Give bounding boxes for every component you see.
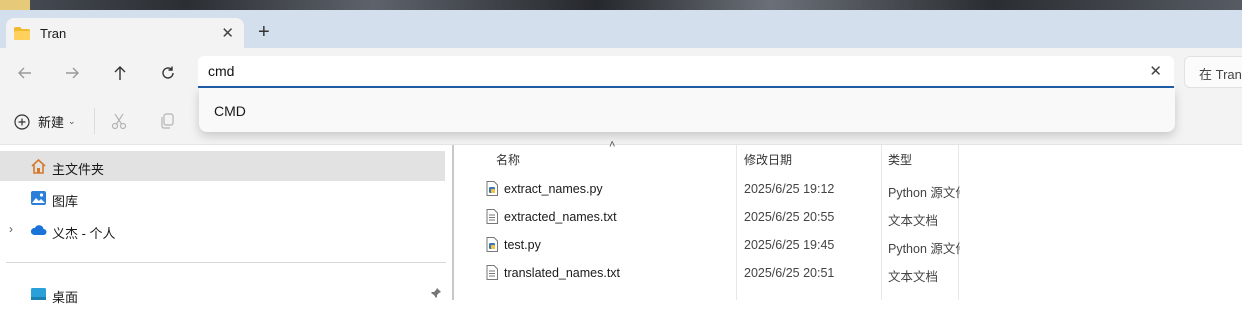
file-name: extract_names.py xyxy=(504,182,603,196)
file-type: Python 源文件 xyxy=(888,186,960,200)
sort-up-icon: ˄ xyxy=(609,139,616,151)
sidebar-divider xyxy=(6,262,446,263)
file-date: 2025/6/25 20:51 xyxy=(744,266,835,280)
table-row[interactable]: translated_names.txt 2025/6/25 20:51 文本文… xyxy=(463,259,963,287)
cloud-icon xyxy=(30,222,47,238)
new-button-label: 新建 xyxy=(38,115,65,130)
address-input[interactable]: cmd xyxy=(208,63,234,79)
file-type: 文本文档 xyxy=(888,270,939,284)
new-button[interactable]: 新建 ⌄ xyxy=(14,112,76,131)
forward-arrow-icon[interactable] xyxy=(61,62,83,84)
sidebar-item-label: 桌面 xyxy=(52,290,79,305)
column-header-name[interactable]: 名称 xyxy=(496,145,736,172)
sidebar-item-label: 义杰 - 个人 xyxy=(52,226,116,241)
new-tab-button[interactable]: + xyxy=(258,22,270,42)
suggestion-item-cmd[interactable]: CMD xyxy=(214,103,246,119)
gallery-icon xyxy=(30,190,47,206)
home-icon xyxy=(30,158,47,174)
sidebar-item-desktop[interactable]: 桌面 xyxy=(0,279,445,309)
sidebar-item-label: 图库 xyxy=(52,194,79,209)
text-file-icon xyxy=(486,265,498,280)
file-date: 2025/6/25 19:12 xyxy=(744,182,835,196)
back-arrow-icon[interactable] xyxy=(14,62,36,84)
address-suggestion-dropdown: CMD xyxy=(199,88,1175,132)
address-bar[interactable]: cmd ✕ xyxy=(198,56,1174,88)
close-tab-icon[interactable]: ✕ xyxy=(221,24,234,42)
python-file-icon xyxy=(486,237,498,252)
clear-address-icon[interactable]: ✕ xyxy=(1149,62,1162,80)
pane-splitter[interactable] xyxy=(452,145,454,300)
chevron-right-icon[interactable]: › xyxy=(9,222,13,236)
sidebar-item-label: 主文件夹 xyxy=(52,162,105,177)
search-box[interactable]: 在 Tran xyxy=(1184,56,1242,88)
file-type: 文本文档 xyxy=(888,214,939,228)
refresh-icon[interactable] xyxy=(157,62,179,84)
file-date: 2025/6/25 19:45 xyxy=(744,238,835,252)
desktop-wallpaper xyxy=(0,0,1242,10)
navigation-pane: 主文件夹 图库 › 义杰 - 个人 桌面 xyxy=(0,145,454,305)
plus-circle-icon xyxy=(14,113,30,130)
sidebar-item-gallery[interactable]: 图库 xyxy=(0,183,445,213)
tab-title: Tran xyxy=(40,25,67,41)
file-name: test.py xyxy=(504,238,541,252)
table-row[interactable]: extract_names.py 2025/6/25 19:12 Python … xyxy=(463,175,963,203)
tab-bar: Tran ✕ + xyxy=(0,10,1242,48)
python-file-icon xyxy=(486,181,498,196)
column-header-date[interactable]: 修改日期 xyxy=(744,145,874,172)
file-type: Python 源文件 xyxy=(888,242,960,256)
file-list: 名称 ˄ 修改日期 类型 extract_names.py 2025/6/25 … xyxy=(463,139,1242,300)
text-file-icon xyxy=(486,209,498,224)
table-row[interactable]: test.py 2025/6/25 19:45 Python 源文件 xyxy=(463,231,963,259)
toolbar-divider xyxy=(94,108,95,134)
copy-icon[interactable] xyxy=(158,112,176,130)
file-name: extracted_names.txt xyxy=(504,210,617,224)
file-date: 2025/6/25 20:55 xyxy=(744,210,835,224)
sidebar-item-home[interactable]: 主文件夹 xyxy=(0,151,445,181)
chevron-down-icon: ⌄ xyxy=(68,116,76,126)
column-header-type[interactable]: 类型 xyxy=(888,145,958,172)
sidebar-item-onedrive[interactable]: › 义杰 - 个人 xyxy=(0,215,445,245)
table-row[interactable]: extracted_names.txt 2025/6/25 20:55 文本文档 xyxy=(463,203,963,231)
up-arrow-icon[interactable] xyxy=(109,62,131,84)
tab-tran[interactable]: Tran ✕ xyxy=(6,18,244,48)
cut-icon[interactable] xyxy=(110,112,128,130)
folder-icon xyxy=(14,27,30,40)
file-name: translated_names.txt xyxy=(504,266,621,280)
search-placeholder: 在 Tran xyxy=(1199,67,1242,82)
